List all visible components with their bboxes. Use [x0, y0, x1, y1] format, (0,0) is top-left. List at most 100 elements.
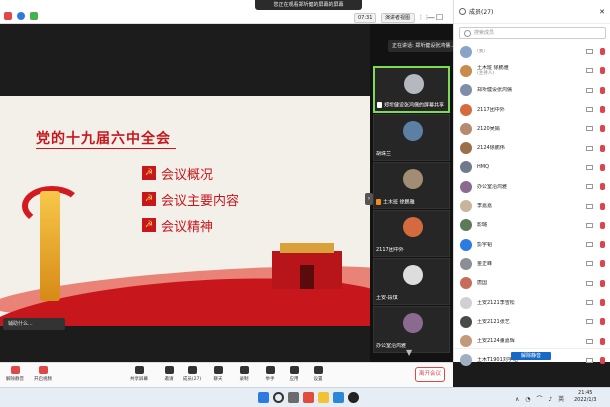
shield-icon[interactable]: [17, 12, 25, 20]
video-tile[interactable]: 胡珠兰: [373, 114, 450, 161]
wps-icon[interactable]: [303, 392, 314, 403]
tencent-meeting-icon[interactable]: [333, 392, 344, 403]
mic-muted-icon[interactable]: [600, 299, 605, 306]
task-view-icon[interactable]: [288, 392, 299, 403]
participant-row[interactable]: 土木班 徐鹏雅 (主持人): [454, 61, 610, 80]
close-icon[interactable]: ✕: [599, 8, 605, 16]
slide-bullet: ☭ 会议概况: [142, 164, 213, 183]
participant-row[interactable]: 李嘉嘉: [454, 196, 610, 215]
mic-muted-icon[interactable]: [600, 221, 605, 229]
participant-row[interactable]: 土安2121张艺: [454, 312, 610, 331]
settings-icon: [313, 366, 323, 374]
mic-muted-icon[interactable]: [600, 86, 605, 94]
participants-panel-header: 成员(27) ✕: [454, 0, 610, 24]
slide-bullet-text: 会议主要内容: [161, 193, 240, 209]
mic-muted-icon[interactable]: [600, 318, 605, 326]
unmute-button[interactable]: 解除静音: [4, 366, 26, 382]
participants-button[interactable]: 成员(27): [181, 366, 203, 382]
apps-button[interactable]: 应用: [283, 366, 305, 382]
mic-muted-icon[interactable]: [600, 260, 605, 268]
unmute-all-button[interactable]: 解除静音: [511, 352, 551, 360]
participant-row[interactable]: 2120吴娟: [454, 119, 610, 138]
participants-panel-footer: 解除静音: [454, 348, 610, 362]
video-tile[interactable]: 土木班 徐鹏雅: [373, 162, 450, 209]
camera-off-icon: [586, 68, 593, 74]
participant-row[interactable]: 办公室沿鸿雅: [454, 177, 610, 196]
participant-row[interactable]: (我): [454, 42, 610, 61]
participant-name: 彭宇韬: [477, 241, 493, 248]
mic-muted-icon[interactable]: [600, 106, 605, 114]
chat-button[interactable]: 聊天: [207, 366, 229, 382]
participant-row[interactable]: 郑圻健设张鸿儒: [454, 81, 610, 100]
participant-row[interactable]: HMQ: [454, 158, 610, 177]
participant-name: 唐国: [477, 280, 488, 287]
video-tile[interactable]: 办公室沿鸿雅: [373, 306, 450, 353]
start-icon[interactable]: [258, 392, 269, 403]
participants-icon: [187, 366, 197, 374]
mic-muted-icon[interactable]: [600, 202, 605, 210]
scroll-down-icon[interactable]: ▼: [406, 348, 412, 357]
unmute-icon: [10, 366, 20, 374]
video-tile[interactable]: 土安-段琪: [373, 258, 450, 305]
app-icon[interactable]: [348, 392, 359, 403]
toolbar-label: 共享屏幕: [130, 377, 148, 382]
avatar: [460, 122, 472, 135]
toolbar-label: 解除静音: [6, 377, 24, 382]
mic-muted-icon[interactable]: [600, 183, 605, 191]
participant-row[interactable]: 2124徐鹏伟: [454, 138, 610, 157]
mic-muted-icon[interactable]: [600, 279, 605, 287]
leave-meeting-button[interactable]: 离开会议: [415, 367, 445, 382]
avatar: [460, 180, 472, 193]
participant-row[interactable]: 唐国: [454, 274, 610, 293]
maximize-icon[interactable]: ☐: [436, 13, 443, 23]
mic-muted-icon[interactable]: [600, 48, 605, 56]
video-tile[interactable]: 郑圻健设张鸿儒的屏幕共享: [373, 66, 450, 113]
participant-row[interactable]: 2117团中外: [454, 100, 610, 119]
minimize-icon[interactable]: —: [427, 13, 435, 23]
avatar: [460, 103, 472, 116]
mic-icon: [376, 198, 381, 205]
participant-name: 金正峰: [477, 260, 493, 267]
mic-muted-icon[interactable]: [600, 163, 605, 171]
participant-name: 2124徐鹏伟: [477, 145, 505, 152]
mic-muted-icon[interactable]: [600, 144, 605, 152]
invite-button[interactable]: 邀请: [158, 366, 180, 382]
toolbar-label: 应用: [289, 377, 299, 382]
system-tray[interactable]: ∧ ◔ ⌒ ♪ 英: [515, 394, 566, 403]
share-status-banner[interactable]: 您正在观看郑圻健的屏幕的屏幕: [255, 0, 362, 10]
participants-panel: 成员(27) ✕ 搜索成员 (我) 土木班 徐鹏雅 (主持人) 郑圻健设张鸿儒 2117…: [453, 0, 610, 367]
avatar: [460, 296, 472, 309]
taskbar-clock[interactable]: 21:45 2022/1/3: [574, 390, 596, 404]
start-video-button[interactable]: 开启视频: [32, 366, 54, 382]
avatar: [460, 277, 472, 290]
share-screen-button[interactable]: 共享屏幕: [128, 366, 150, 382]
signal-icon[interactable]: [30, 12, 38, 20]
mic-muted-icon[interactable]: [600, 67, 605, 75]
slide-bullet: ☭ 会议精神: [142, 216, 213, 235]
search-icon[interactable]: [273, 392, 284, 403]
folder-icon[interactable]: [318, 392, 329, 403]
warning-icon[interactable]: [4, 12, 12, 20]
settings-button[interactable]: 设置: [307, 366, 329, 382]
collapse-column-arrow[interactable]: ›: [365, 193, 373, 205]
video-tile[interactable]: 2117团中外: [373, 210, 450, 257]
camera-off-icon: [586, 261, 593, 267]
camera-off-icon: [586, 222, 593, 228]
taskbar-date: 2022/1/3: [574, 397, 597, 403]
raise-hand-button[interactable]: 举手: [259, 366, 281, 382]
invite-icon: [164, 366, 174, 374]
mic-muted-icon[interactable]: [600, 241, 605, 249]
search-input[interactable]: 搜索成员: [459, 27, 606, 39]
participant-row[interactable]: 影璐: [454, 216, 610, 235]
participant-name: 土安2121李雪松: [477, 299, 515, 306]
video-tile-label: 2117团中外: [376, 247, 404, 253]
avatar: [460, 219, 472, 232]
avatar: [403, 217, 423, 237]
record-button[interactable]: 录制: [233, 366, 255, 382]
participant-row[interactable]: 金正峰: [454, 254, 610, 273]
participant-row[interactable]: 土安2121李雪松: [454, 293, 610, 312]
mic-muted-icon[interactable]: [600, 337, 605, 345]
participant-row[interactable]: 彭宇韬: [454, 235, 610, 254]
mic-muted-icon[interactable]: [600, 125, 605, 133]
speaker-view-button[interactable]: 演讲者视图: [381, 13, 415, 23]
